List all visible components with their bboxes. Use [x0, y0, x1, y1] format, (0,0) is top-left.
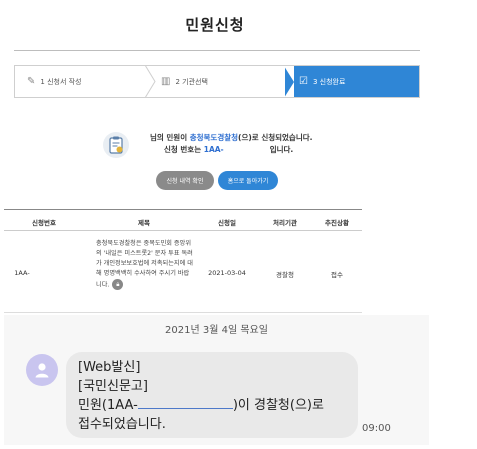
- table-header: 신청번호 제목 신청일 처리기관 추진상황: [4, 209, 362, 231]
- result-line2-prefix: 신청 번호는: [164, 145, 204, 154]
- go-home-button[interactable]: 홈으로 돌아가기: [218, 171, 278, 190]
- cell-date: 2021-03-04: [208, 269, 246, 277]
- sms-panel: 2021년 3월 4일 목요일 [Web발신] [국민신문고] 민원(1AA-)…: [4, 315, 429, 445]
- message-date: 2021년 3월 4일 목요일: [165, 325, 268, 336]
- page-title: 민원신청: [185, 16, 245, 34]
- cell-agency: 경찰청: [276, 271, 294, 279]
- avatar[interactable]: [26, 354, 58, 386]
- progress-steps: ✎ 1 신청서 작성 ▥ 2 기관선택 ☑ 3 신청완료: [14, 65, 420, 98]
- header-number: 신청번호: [32, 219, 56, 227]
- cell-status: 접수: [331, 271, 343, 279]
- header-agency: 처리기관: [273, 219, 297, 227]
- step-write: ✎ 1 신청서 작성: [27, 66, 82, 97]
- petition-panel: 민원신청 ✎ 1 신청서 작성 ▥ 2 기관선택 ☑ 3 신청완료 님의 민원이: [0, 0, 430, 313]
- document-check-icon: ☑: [299, 76, 308, 87]
- message-line-3-prefix: 민원(1AA-: [78, 398, 138, 413]
- step-complete-label: 3 신청완료: [312, 77, 346, 86]
- result-line2-suffix: 입니다.: [269, 145, 294, 154]
- pencil-icon: ✎: [27, 76, 36, 87]
- message-line-3-suffix: )이 경찰청(으)로: [232, 398, 324, 413]
- header-title: 제목: [138, 219, 150, 227]
- result-line1-suffix: (으)로 신청되었습니다.: [238, 133, 313, 142]
- step-agency: ▥ 2 기관선택: [161, 66, 208, 97]
- message-line-2: [국민신문고]: [78, 379, 148, 394]
- lock-icon: 🔒︎: [112, 279, 124, 290]
- cell-title-text: 충청북도경찰청은 중복도민회 증앙위의 '내일은 미스트롯2' 문자 투표 독려…: [96, 240, 193, 289]
- message-line-4: 접수되었습니다.: [78, 417, 166, 432]
- table-row[interactable]: 1AA- 충청북도경찰청은 중복도민회 증앙위의 '내일은 미스트롯2' 문자 …: [4, 233, 362, 313]
- step-agency-label: 2 기관선택: [175, 77, 208, 86]
- header-status: 추진상황: [325, 219, 349, 227]
- check-history-button[interactable]: 신청 내역 확인: [156, 171, 214, 190]
- person-icon: [35, 363, 49, 378]
- redacted-underline: [137, 397, 233, 409]
- message-line-1: [Web발신]: [78, 360, 141, 375]
- result-agency: 충청북도경찰청: [189, 133, 239, 142]
- step-complete: ☑ 3 신청완료: [284, 66, 419, 97]
- result-number: 1AA-: [203, 145, 224, 154]
- step-chevron-1: [145, 66, 156, 97]
- cell-title: 충청북도경찰청은 중복도민회 증앙위의 '내일은 미스트롯2' 문자 투표 독려…: [96, 239, 194, 291]
- cell-number: 1AA-: [14, 269, 30, 277]
- step-write-label: 1 신청서 작성: [40, 77, 82, 86]
- result-message: 님의 민원이 충청북도경찰청(으)로 신청되었습니다. 신청 번호는 1AA- 입…: [150, 132, 360, 156]
- clipboard-icon: [103, 132, 129, 158]
- building-icon: ▥: [161, 76, 171, 87]
- header-date: 신청일: [218, 219, 236, 227]
- title-divider: [14, 50, 420, 51]
- message-bubble[interactable]: [Web발신] [국민신문고] 민원(1AA- )이 경찰청(으)로 접수되었습니…: [66, 352, 358, 438]
- result-line1-prefix: 님의 민원이: [150, 133, 190, 142]
- message-time: 09:00: [362, 423, 391, 434]
- message-line-3: 민원(1AA- )이 경찰청(으)로: [78, 396, 346, 415]
